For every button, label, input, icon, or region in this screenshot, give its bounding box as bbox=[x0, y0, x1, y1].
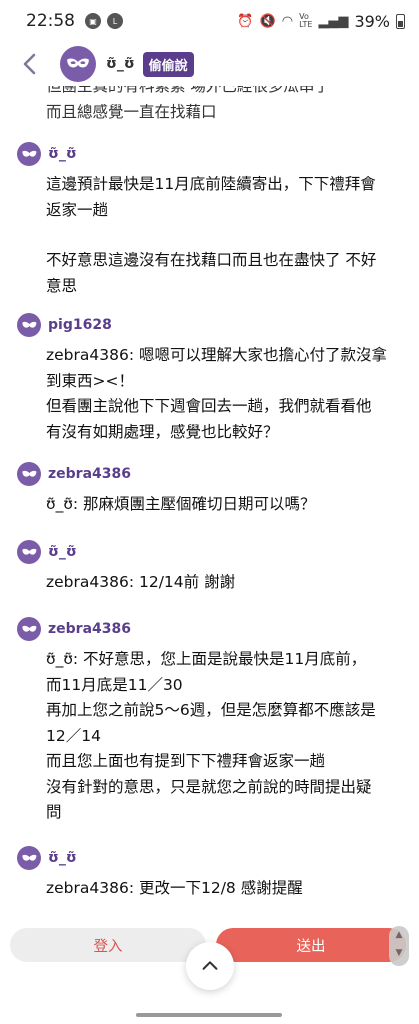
avatar[interactable] bbox=[17, 540, 41, 564]
avatar[interactable] bbox=[60, 46, 96, 82]
message-list[interactable]: 但團主真的有科素素 場外已經很多瓜串了 而且總感覺一直在找藉口 ʊ̃_ʊ̃ 這邊… bbox=[0, 80, 419, 910]
message-line: ʊ̃_ʊ̃: 不好意思，您上面是說最快是11月底前， bbox=[46, 650, 367, 668]
mask-icon bbox=[67, 58, 89, 68]
chevron-up-icon: ▲ bbox=[395, 930, 403, 940]
chevron-left-icon bbox=[23, 53, 36, 75]
header-username[interactable]: ʊ̃_ʊ̃ bbox=[106, 56, 135, 72]
send-button[interactable]: 送出 bbox=[216, 928, 406, 962]
photo-icon: ▣ bbox=[85, 13, 101, 29]
anonymous-badge: 偷偷說 bbox=[142, 51, 194, 77]
avatar[interactable] bbox=[17, 313, 41, 337]
message-line: zebra4386: 更改一下12/8 感謝提醒 bbox=[46, 879, 303, 897]
message-username[interactable]: pig1628 bbox=[48, 317, 112, 333]
back-button[interactable] bbox=[8, 42, 52, 86]
message-username[interactable]: ʊ̃_ʊ̃ bbox=[48, 544, 77, 560]
list-item: zebra4386 ʊ̃_ʊ̃: 不好意思，您上面是說最快是11月底前， 而11… bbox=[0, 617, 419, 826]
message-line: 而11月底是11／30 bbox=[46, 675, 183, 694]
signal-icon: ▂▄▆ bbox=[318, 13, 349, 29]
message-line: 不好意思這邊沒有在找藉口而且也在盡快了 不好 bbox=[46, 251, 377, 269]
message-line: 意思 bbox=[46, 276, 78, 295]
avatar[interactable] bbox=[17, 846, 41, 870]
avatar[interactable] bbox=[17, 462, 41, 486]
message-username[interactable]: ʊ̃_ʊ̃ bbox=[48, 146, 77, 162]
message-line: zebra4386: 嗯嗯可以理解大家也擔心付了款沒拿 bbox=[46, 346, 387, 364]
mask-icon bbox=[21, 854, 36, 861]
message-line: 返家一趟 bbox=[46, 200, 109, 219]
list-item: 但團主真的有科素素 場外已經很多瓜串了 而且總感覺一直在找藉口 bbox=[0, 80, 419, 125]
message-username[interactable]: ʊ̃_ʊ̃ bbox=[48, 850, 77, 866]
mask-icon bbox=[21, 548, 36, 555]
message-username[interactable]: zebra4386 bbox=[48, 466, 131, 482]
status-time: 22:58 bbox=[26, 11, 75, 31]
message-line: 而且您上面也有提到下下禮拜會返家一趟 bbox=[46, 752, 326, 770]
chevron-up-icon bbox=[202, 961, 218, 970]
message-line: zebra4386: 12/14前 謝謝 bbox=[46, 573, 236, 591]
avatar[interactable] bbox=[17, 142, 41, 166]
chevron-down-icon: ▼ bbox=[395, 948, 403, 958]
mask-icon bbox=[21, 625, 36, 632]
message-line: 有沒有如期處理，感覺也比較好？ bbox=[46, 422, 279, 441]
battery-percent: 39% bbox=[354, 11, 390, 31]
bottom-action-bar: 登入 送出 ▲ ▼ bbox=[0, 912, 419, 1024]
message-username[interactable]: zebra4386 bbox=[48, 621, 131, 637]
status-bar: 22:58 ▣ L ⏰ 🔇 ◠ Vo LTE ▂▄▆ 39% bbox=[0, 0, 419, 42]
scroll-handle[interactable]: ▲ ▼ bbox=[389, 926, 409, 966]
message-line: 沒有針對的意思，只是就您之前說的時間提出疑 bbox=[46, 777, 372, 796]
list-item: ʊ̃_ʊ̃ zebra4386: 更改一下12/8 感謝提醒 bbox=[0, 846, 419, 902]
list-item: ʊ̃_ʊ̃ 這邊預計最快是11月底前陸續寄出，下下禮拜會 返家一趟 不好意思這邊… bbox=[0, 142, 419, 299]
alarm-icon: ⏰ bbox=[237, 13, 254, 29]
avatar[interactable] bbox=[17, 617, 41, 641]
mute-icon: 🔇 bbox=[259, 13, 276, 29]
message-line: 但看團主說他下下週會回去一趟，我們就看看他 bbox=[46, 397, 372, 415]
message-line: 問 bbox=[46, 803, 62, 821]
mask-icon bbox=[21, 470, 36, 477]
message-line: 而且總感覺一直在找藉口 bbox=[46, 102, 217, 121]
mask-icon bbox=[21, 321, 36, 328]
message-line: ʊ̃_ʊ̃: 那麻煩團主壓個確切日期可以嗎？ bbox=[46, 495, 316, 513]
status-icons: ⏰ 🔇 ◠ Vo LTE ▂▄▆ 39% bbox=[237, 12, 405, 31]
line-app-icon: L bbox=[107, 13, 123, 29]
list-item: pig1628 zebra4386: 嗯嗯可以理解大家也擔心付了款沒拿 到東西>… bbox=[0, 313, 419, 445]
volte-icon: Vo LTE bbox=[299, 12, 313, 29]
message-line bbox=[46, 223, 403, 248]
message-line: 這邊預計最快是11月底前陸續寄出，下下禮拜會 bbox=[46, 175, 376, 193]
message-line: 12／14 bbox=[46, 726, 101, 745]
list-item: zebra4386 ʊ̃_ʊ̃: 那麻煩團主壓個確切日期可以嗎？ bbox=[0, 462, 419, 518]
chat-header: ʊ̃_ʊ̃ 偷偷說 bbox=[0, 42, 419, 86]
mask-icon bbox=[21, 150, 36, 157]
list-item: ʊ̃_ʊ̃ zebra4386: 12/14前 謝謝 bbox=[0, 540, 419, 596]
scroll-to-top-button[interactable] bbox=[186, 942, 234, 990]
message-line: 再加上您之前說5～6週，但是怎麼算都不應該是 bbox=[46, 701, 376, 719]
wifi-icon: ◠ bbox=[281, 13, 294, 29]
home-indicator[interactable] bbox=[136, 1013, 282, 1017]
login-button[interactable]: 登入 bbox=[10, 928, 206, 962]
message-line: 到東西><！ bbox=[46, 371, 134, 390]
battery-icon bbox=[396, 13, 405, 29]
